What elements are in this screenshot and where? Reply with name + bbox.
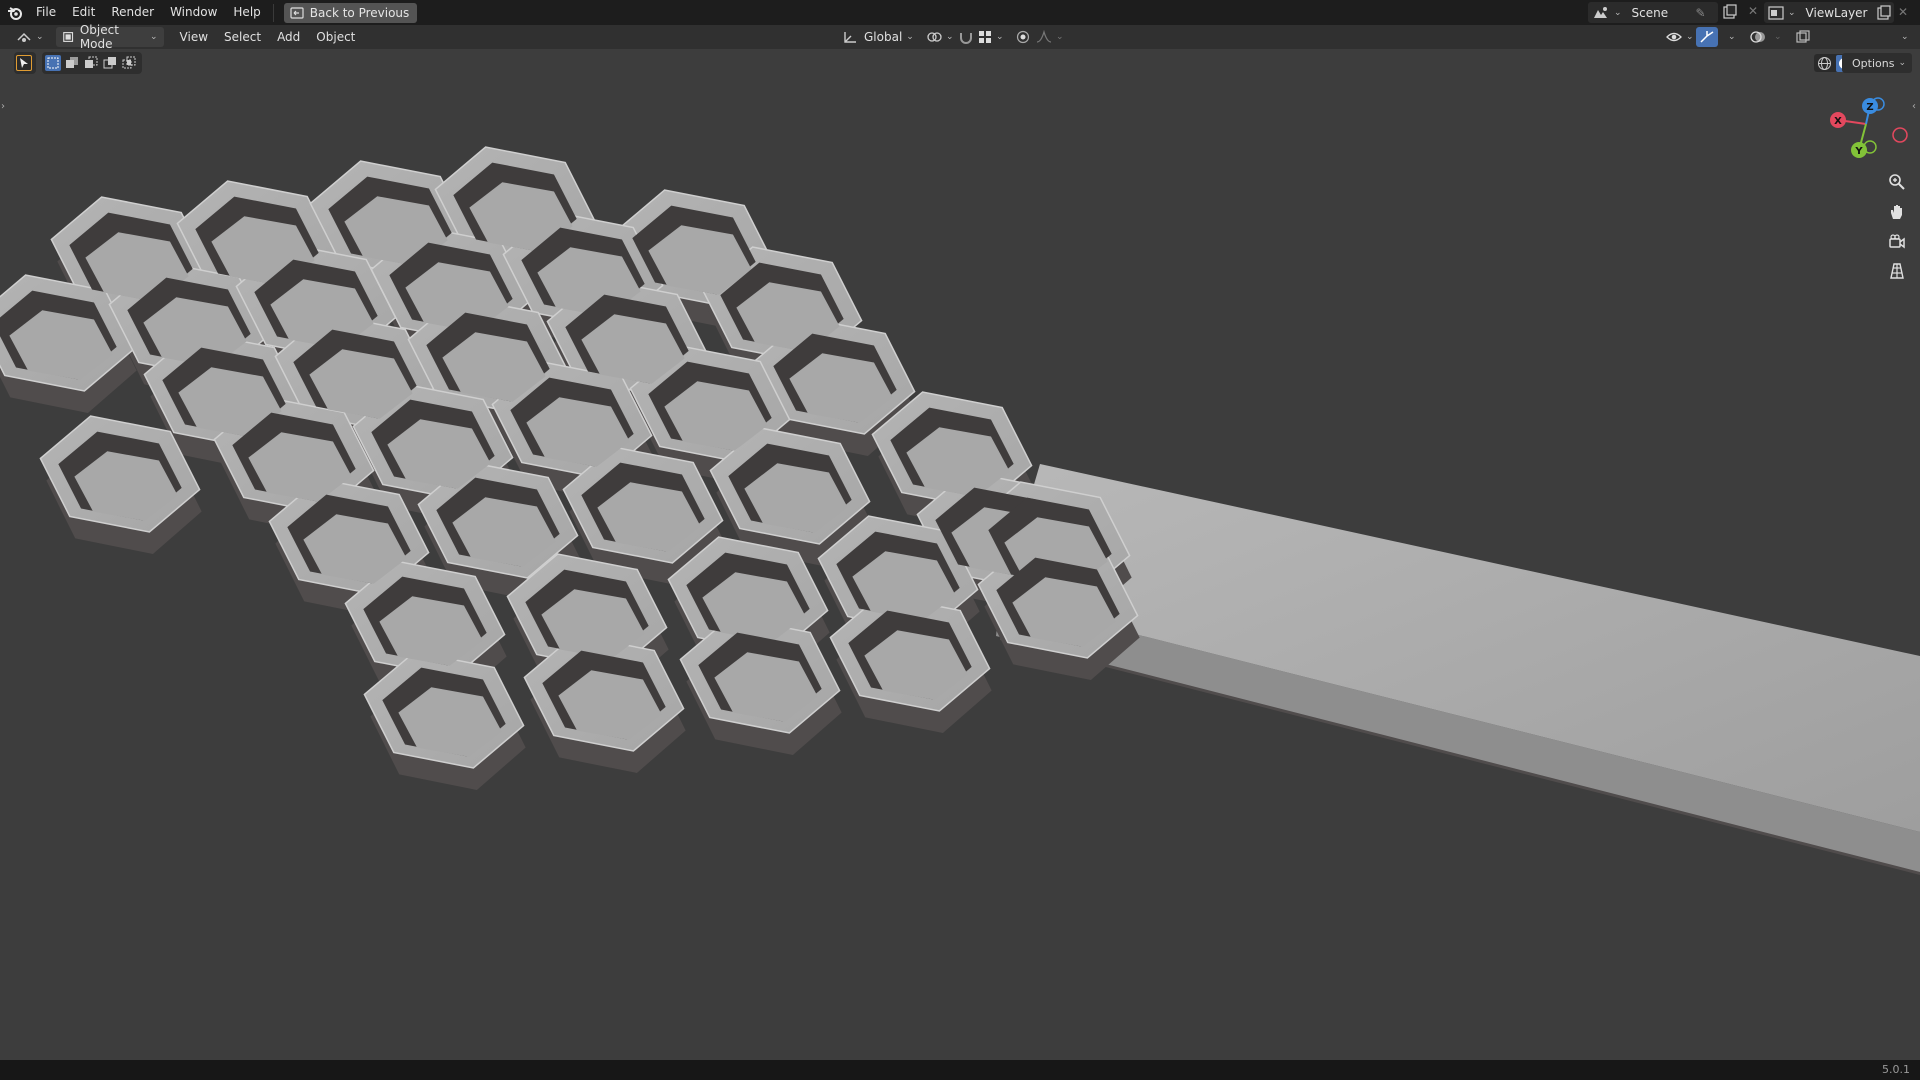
falloff-curve-icon <box>1036 30 1052 43</box>
gizmo-dropdown-icon[interactable]: ⌄ <box>1728 32 1736 42</box>
object-visibility-selector[interactable]: ⌄ <box>1660 27 1700 47</box>
back-to-previous-icon <box>290 6 304 19</box>
menu-view[interactable]: View <box>174 27 214 47</box>
delete-view-layer-icon[interactable]: ✕ <box>1898 5 1908 19</box>
pivot-icon <box>927 32 942 42</box>
orientation-icon <box>844 32 856 43</box>
gizmo-z-axis[interactable]: Z <box>1862 98 1878 114</box>
editor-type-button[interactable]: ⌄ <box>10 27 50 47</box>
gizmo-x-axis[interactable]: X <box>1830 112 1846 128</box>
snap-target-selector[interactable]: ⌄ <box>972 27 1010 47</box>
view-layer-name[interactable]: ViewLayer <box>1806 6 1876 20</box>
mode-selector[interactable]: Object Mode ⌄ <box>55 23 164 51</box>
navigation-gizmo[interactable]: Z X Y <box>1820 90 1920 170</box>
shading-dropdown-icon[interactable]: ⌄ <box>1901 32 1909 42</box>
camera-view-button[interactable] <box>1883 228 1911 256</box>
gizmo-y-axis[interactable]: Y <box>1851 142 1867 158</box>
snap-increment-icon <box>979 31 991 43</box>
proportional-falloff-selector[interactable]: ⌄ <box>1030 27 1070 47</box>
gizmo-x-label: X <box>1834 116 1842 127</box>
pan-button[interactable] <box>1883 198 1911 226</box>
honeycomb-mesh-object[interactable] <box>0 146 1920 875</box>
scene-name[interactable]: Scene <box>1632 6 1696 20</box>
menu-add[interactable]: Add <box>271 27 306 47</box>
gizmo-icon <box>1700 31 1714 43</box>
gizmo-z-label: Z <box>1866 102 1873 113</box>
status-bar: 5.0.1 <box>0 1060 1920 1080</box>
overlays-icon <box>1750 31 1765 43</box>
selectability-eye-icon <box>1666 32 1682 42</box>
menu-file[interactable]: File <box>28 0 64 25</box>
editor-type-icon <box>17 32 31 42</box>
menu-window[interactable]: Window <box>162 0 225 25</box>
menu-object[interactable]: Object <box>310 27 361 47</box>
gizmo-y-label: Y <box>1854 146 1863 157</box>
view-layer-icon: ⌄ <box>1768 5 1796 20</box>
zoom-button[interactable] <box>1883 168 1911 196</box>
scene-selector[interactable]: ⌄ Scene ✎ <box>1588 2 1718 23</box>
menu-edit[interactable]: Edit <box>64 0 103 25</box>
menu-render[interactable]: Render <box>103 0 162 25</box>
orientation-label: Global <box>864 30 903 44</box>
zoom-icon <box>1889 174 1905 190</box>
new-scene-icon[interactable] <box>1722 4 1738 20</box>
overlays-toggle[interactable] <box>1744 27 1772 47</box>
toggle-perspective-button[interactable] <box>1883 257 1911 285</box>
object-mode-icon <box>62 32 73 42</box>
blender-logo-icon[interactable] <box>2 0 28 25</box>
pin-icon[interactable]: ✎ <box>1696 6 1706 20</box>
proportional-edit-icon <box>1016 30 1030 44</box>
viewport-header: ⌄ Object Mode ⌄ View Select Add Object G… <box>0 23 1920 72</box>
xray-toggle[interactable] <box>1790 27 1816 47</box>
delete-scene-icon[interactable]: ✕ <box>1748 4 1758 20</box>
scene-icon: ⌄ <box>1592 6 1622 20</box>
view-layer-selector[interactable]: ⌄ ViewLayer <box>1764 2 1894 23</box>
perspective-grid-icon <box>1890 263 1904 279</box>
gizmo-toggle[interactable] <box>1696 27 1718 47</box>
overlays-dropdown-icon[interactable]: ⌄ <box>1774 32 1782 42</box>
viewport-3d-canvas[interactable] <box>0 49 1920 1060</box>
version-label: 5.0.1 <box>1882 1063 1910 1076</box>
xray-icon <box>1796 30 1810 43</box>
menu-help[interactable]: Help <box>225 0 268 25</box>
menu-select[interactable]: Select <box>218 27 267 47</box>
gizmo-neg-x-icon[interactable] <box>1892 127 1908 143</box>
scene-actions: ✕ <box>1722 4 1758 20</box>
transform-orientation-selector[interactable]: Global ⌄ <box>836 27 920 47</box>
separator <box>272 3 274 22</box>
new-view-layer-icon[interactable] <box>1876 4 1892 21</box>
pan-hand-icon <box>1891 205 1902 219</box>
top-bar: File Edit Render Window Help Back to Pre… <box>0 0 1920 25</box>
back-to-previous-label: Back to Previous <box>309 5 410 20</box>
mode-label: Object Mode <box>79 23 119 51</box>
camera-view-icon <box>1889 234 1905 249</box>
back-to-previous-button[interactable]: Back to Previous <box>283 2 418 23</box>
